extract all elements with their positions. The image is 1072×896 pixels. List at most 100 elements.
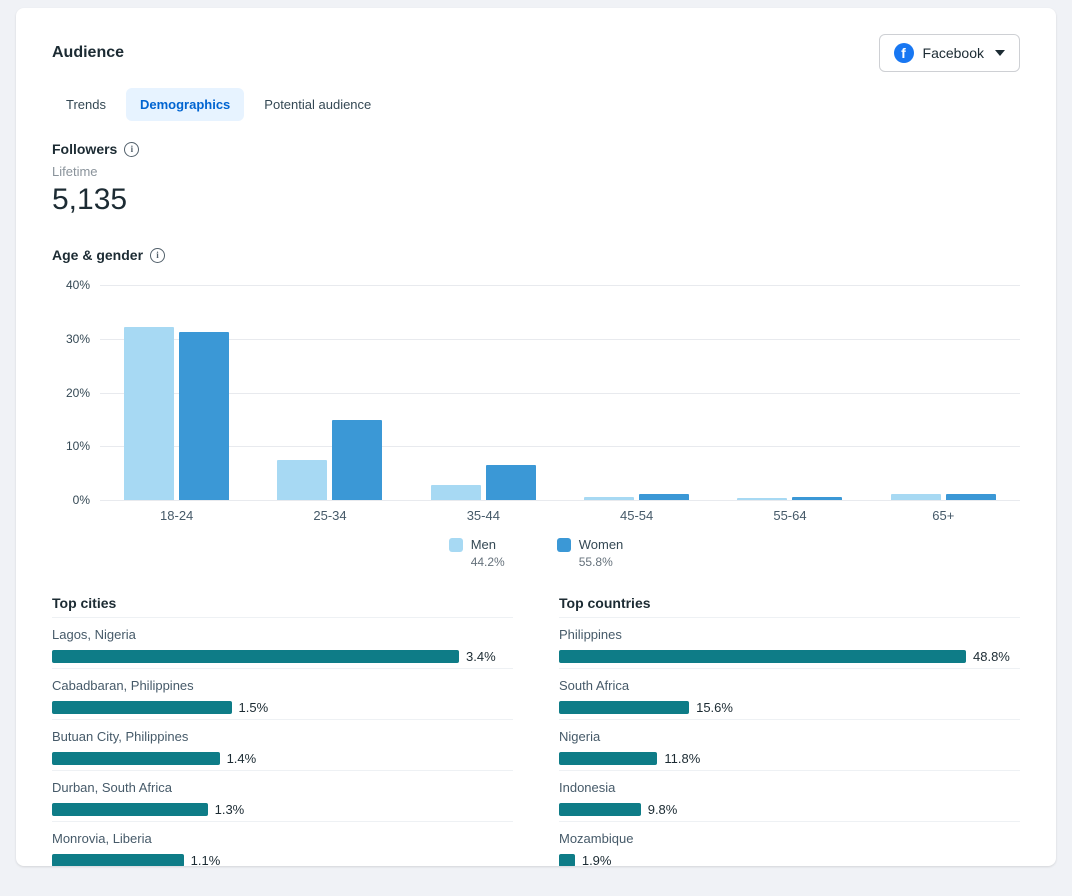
legend-value: 44.2% — [470, 555, 505, 569]
list-item: Butuan City, Philippines 1.4% — [52, 719, 513, 766]
list-item-label: Philippines — [559, 627, 622, 642]
tab-trends[interactable]: Trends — [52, 88, 120, 121]
x-axis-label: 55-64 — [773, 508, 807, 523]
bar-men-65+ — [890, 493, 941, 500]
legend-swatch-men — [448, 538, 463, 552]
hbar — [559, 854, 575, 866]
facebook-icon: f — [893, 43, 914, 63]
chevron-down-icon — [995, 50, 1005, 56]
list-item-label: Nigeria — [559, 729, 601, 744]
list-item: Monrovia, Liberia 1.1% — [52, 821, 513, 866]
y-axis-label: 0% — [72, 493, 90, 507]
y-axis-label: 40% — [65, 278, 90, 292]
legend-swatch-women — [556, 538, 571, 552]
chart-bars — [100, 285, 1020, 500]
list-item-label: Mozambique — [559, 831, 634, 846]
bar-women-25-34 — [332, 419, 383, 500]
followers-heading: Followers — [52, 141, 118, 157]
card-header: Audience f Facebook — [52, 34, 1020, 72]
followers-period: Lifetime — [52, 164, 98, 179]
hbar — [52, 752, 220, 765]
top-cities-heading: Top cities — [52, 595, 117, 611]
chart-x-axis: 18-24 25-34 35-44 45-54 55-64 65+ — [100, 508, 1020, 523]
tabs: Trends Demographics Potential audience — [52, 88, 1020, 121]
hbar — [52, 701, 232, 714]
hbar — [52, 854, 184, 866]
list-item: Philippines 48.8% — [559, 617, 1020, 664]
list-item-label: South Africa — [559, 678, 630, 693]
list-item-value: 1.1% — [190, 853, 221, 866]
legend-item-women: Women 55.8% — [556, 537, 623, 569]
list-item-value: 1.5% — [238, 700, 269, 715]
x-axis-label: 18-24 — [160, 508, 194, 523]
list-item-label: Durban, South Africa — [52, 780, 172, 795]
list-item: Cabadbaran, Philippines 1.5% — [52, 668, 513, 715]
hbar — [559, 701, 690, 714]
bar-women-45-54 — [639, 494, 690, 500]
bar-group-18-24 — [100, 285, 253, 500]
chart-plot-area: 40% 30% 20% 10% 0% — [66, 278, 1020, 507]
list-item: South Africa 15.6% — [559, 668, 1020, 715]
legend-label: Men — [470, 537, 496, 552]
top-cities-list: Lagos, Nigeria 3.4% Cabadbaran, Philippine… — [52, 617, 513, 866]
followers-heading-row: Followers i — [52, 141, 1020, 157]
list-item-label: Cabadbaran, Philippines — [52, 678, 194, 693]
tab-demographics[interactable]: Demographics — [125, 88, 245, 121]
x-axis-label: 35-44 — [466, 508, 500, 523]
bar-men-55-64 — [737, 498, 788, 500]
x-axis-label: 25-34 — [313, 508, 347, 523]
bar-men-45-54 — [584, 496, 635, 500]
age-gender-heading-row: Age & gender i — [52, 247, 1020, 263]
top-lists: Top cities Lagos, Nigeria 3.4% Cabadbaran,… — [52, 595, 1020, 866]
followers-section: Followers i Lifetime 5,135 — [52, 141, 1020, 217]
list-item-value: 15.6% — [696, 700, 733, 715]
list-item-value: 3.4% — [466, 649, 496, 664]
list-item-value: 1.9% — [581, 853, 612, 866]
hbar — [52, 803, 208, 816]
bar-women-55-64 — [792, 497, 843, 500]
x-axis-label: 45-54 — [620, 508, 654, 523]
page-title: Audience — [52, 44, 125, 61]
bar-women-35-44 — [485, 465, 536, 500]
list-item: Indonesia 9.8% — [559, 770, 1020, 817]
list-item: Nigeria 11.8% — [559, 719, 1020, 766]
audience-card: Audience f Facebook Trends Demographics Po… — [16, 8, 1056, 866]
top-countries-section: Top countries Philippines 48.8% South Afri… — [559, 595, 1020, 866]
bar-group-25-34 — [253, 285, 406, 500]
legend-item-men: Men 44.2% — [448, 537, 505, 569]
hbar — [52, 650, 459, 663]
list-item-value: 1.3% — [214, 802, 245, 817]
bar-women-65+ — [945, 493, 996, 500]
y-axis-label: 20% — [65, 385, 90, 400]
y-axis-label: 10% — [65, 439, 90, 454]
list-item: Lagos, Nigeria 3.4% — [52, 617, 513, 664]
tab-potential-audience[interactable]: Potential audience — [250, 88, 385, 121]
list-item-label: Lagos, Nigeria — [52, 627, 136, 642]
top-cities-section: Top cities Lagos, Nigeria 3.4% Cabadbaran,… — [52, 595, 513, 866]
hbar — [559, 752, 658, 765]
list-item: Durban, South Africa 1.3% — [52, 770, 513, 817]
hbar — [559, 803, 641, 816]
bar-men-35-44 — [430, 484, 481, 500]
info-icon[interactable]: i — [150, 247, 166, 263]
gridline — [100, 500, 1020, 501]
top-countries-list: Philippines 48.8% South Africa 15.6% Nigeria… — [559, 617, 1020, 866]
bar-group-45-54 — [560, 285, 713, 500]
list-item-value: 1.4% — [226, 751, 257, 766]
bar-group-55-64 — [713, 285, 866, 500]
bar-men-25-34 — [277, 460, 328, 500]
x-axis-label: 65+ — [932, 508, 955, 523]
platform-selector-label: Facebook — [922, 45, 984, 61]
list-item-value: 48.8% — [973, 649, 1010, 664]
age-gender-chart: 40% 30% 20% 10% 0% 18-24 25-34 35-44 45-54 55-64… — [52, 278, 1020, 569]
list-item-value: 9.8% — [647, 802, 678, 817]
top-countries-heading: Top countries — [559, 595, 651, 611]
platform-selector[interactable]: f Facebook — [878, 34, 1020, 72]
hbar — [559, 650, 966, 663]
bar-group-35-44 — [407, 285, 560, 500]
info-icon[interactable]: i — [124, 141, 140, 157]
list-item-label: Indonesia — [559, 780, 616, 795]
legend-value: 55.8% — [578, 555, 613, 569]
bar-group-65+ — [867, 285, 1020, 500]
bar-men-18-24 — [124, 327, 175, 500]
